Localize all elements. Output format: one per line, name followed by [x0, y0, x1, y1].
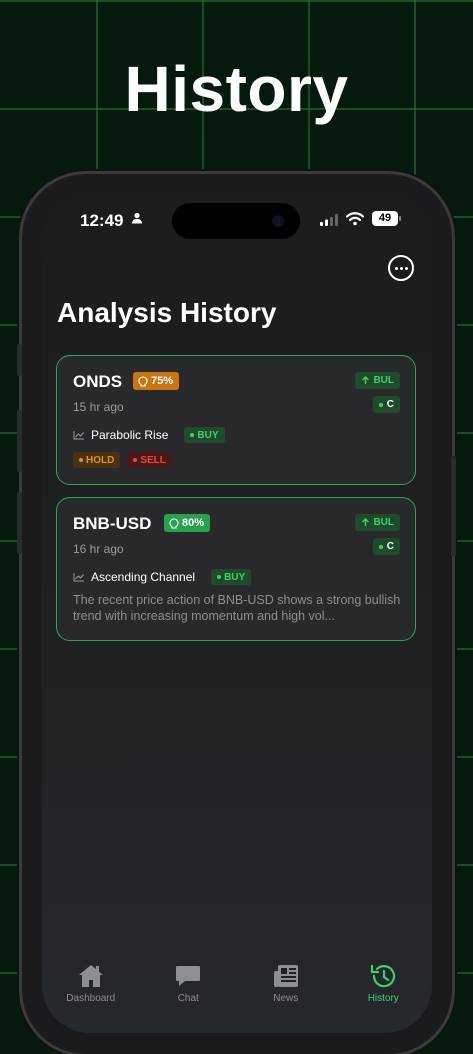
tab-label: History — [367, 993, 399, 1004]
analysis-summary: The recent price action of BNB-USD shows… — [73, 593, 401, 623]
dynamic-island — [172, 203, 300, 239]
status-bar: 12:49 49 — [42, 193, 432, 247]
more-options-button[interactable] — [388, 255, 414, 281]
trend-badge: BUL — [355, 372, 400, 389]
phone-side-button — [17, 344, 22, 376]
pattern-name: Parabolic Rise — [91, 428, 169, 442]
confidence-badge: 75% — [133, 372, 180, 390]
status-dot — [190, 433, 195, 437]
home-icon — [78, 965, 103, 987]
signal-sell-badge: SELL — [127, 452, 172, 468]
confidence-value: 80% — [182, 517, 205, 529]
person-icon — [132, 212, 142, 224]
battery-nub — [399, 216, 401, 221]
more-dot — [404, 266, 408, 270]
news-icon — [273, 965, 298, 987]
chart-line-icon — [73, 431, 84, 440]
signal-label: HOLD — [86, 454, 115, 466]
more-dot — [399, 266, 403, 270]
brain-icon — [169, 517, 179, 529]
pattern-name: Ascending Channel — [91, 570, 196, 584]
history-card[interactable]: ONDS 75% 15 hr ago BUL C Parabolic Rise … — [56, 355, 416, 485]
tab-label: Dashboard — [66, 993, 116, 1004]
phone-volume-down — [17, 492, 22, 554]
phone-power-button — [451, 456, 456, 556]
tab-chat[interactable]: Chat — [140, 957, 238, 1033]
signal-hold-badge: HOLD — [73, 452, 121, 468]
confidence-value: 75% — [151, 375, 174, 387]
arrow-up-icon — [362, 376, 370, 384]
cellular-signal-icon — [320, 214, 338, 226]
tab-label: News — [273, 993, 299, 1004]
trend-badge: BUL — [355, 514, 400, 531]
status-dot — [378, 402, 383, 407]
ticker-symbol: ONDS — [73, 372, 123, 391]
status-dot — [378, 544, 383, 549]
tab-history[interactable]: History — [335, 957, 433, 1033]
tab-bar: Dashboard Chat News History — [42, 957, 432, 1033]
signal-buy-badge: BUY — [184, 427, 225, 443]
signal-label: SELL — [140, 454, 166, 466]
history-card[interactable]: BNB-USD 80% 16 hr ago BUL C Ascending Ch… — [56, 497, 416, 641]
ticker-symbol: BNB-USD — [73, 514, 152, 533]
camera-icon — [272, 215, 284, 227]
arrow-up-icon — [362, 518, 370, 526]
brain-icon — [138, 375, 148, 387]
grade-label: C — [386, 541, 394, 552]
status-dot — [79, 458, 83, 462]
page-title: Analysis History — [57, 297, 277, 328]
tab-label: Chat — [177, 993, 199, 1004]
signal-badges: HOLD SELL — [73, 452, 172, 468]
pattern-row: Parabolic Rise BUY — [73, 427, 225, 443]
chat-icon — [176, 966, 201, 986]
grade-badge: C — [372, 538, 400, 555]
trend-label: BUL — [373, 375, 394, 386]
status-time: 12:49 — [80, 211, 124, 230]
time-ago: 15 hr ago — [73, 400, 124, 414]
confidence-badge: 80% — [164, 514, 211, 532]
tab-dashboard[interactable]: Dashboard — [42, 957, 140, 1033]
pattern-row: Ascending Channel BUY — [73, 569, 252, 585]
signal-label: BUY — [197, 429, 219, 441]
promo-title: History — [124, 53, 349, 125]
trend-label: BUL — [373, 517, 394, 528]
status-dot — [133, 458, 138, 462]
phone-volume-up — [17, 410, 22, 472]
grade-label: C — [386, 399, 394, 410]
tab-news[interactable]: News — [237, 957, 335, 1033]
status-dot — [217, 575, 222, 579]
app-screen: 12:49 49 Analysis History ONDS 75% 15 hr… — [42, 193, 432, 1033]
signal-label: BUY — [224, 571, 246, 583]
chart-line-icon — [73, 573, 84, 582]
time-ago: 16 hr ago — [73, 542, 124, 556]
battery-indicator: 49 — [372, 211, 398, 226]
history-icon — [371, 964, 396, 988]
wifi-icon — [346, 212, 364, 226]
signal-buy-badge: BUY — [211, 569, 252, 585]
more-dot — [394, 266, 398, 270]
grade-badge: C — [372, 396, 400, 413]
